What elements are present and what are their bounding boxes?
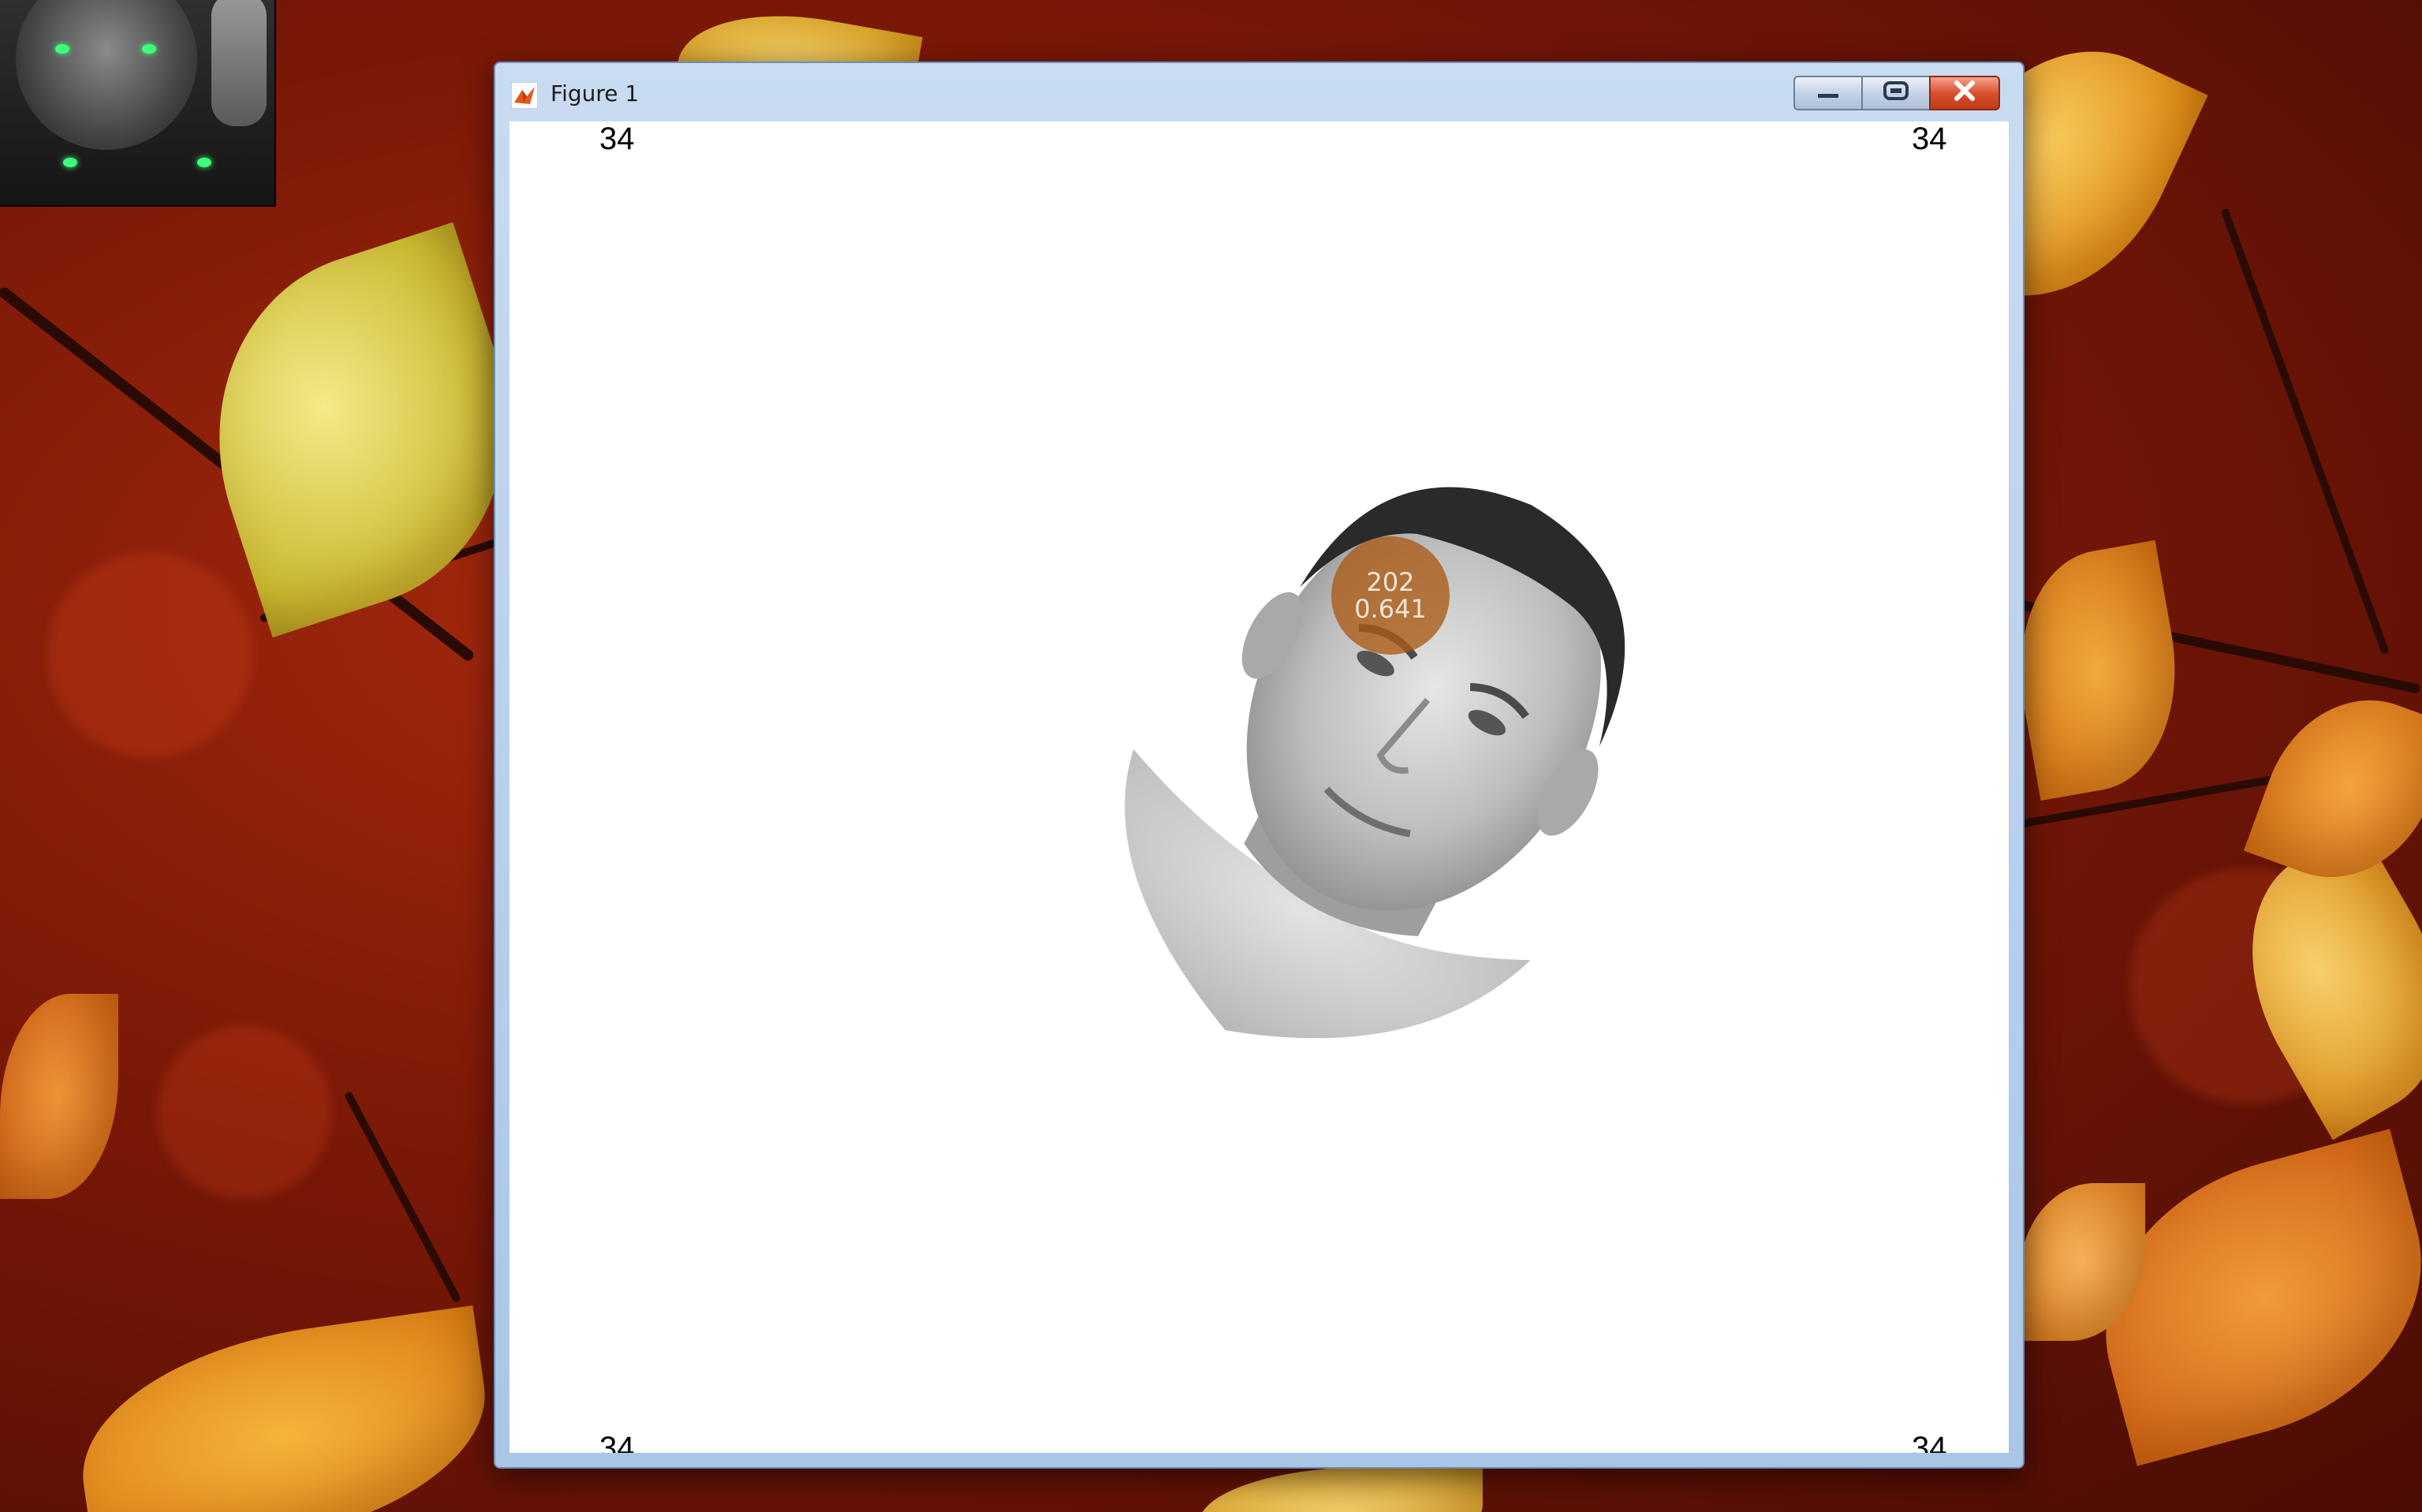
eye-marker-icon <box>142 44 156 54</box>
face-image <box>1125 487 1625 1039</box>
corner-label-bottom-left: 34 <box>599 1431 635 1453</box>
figure-window[interactable]: Figure 1 34 34 34 34 202 0.641 <box>494 62 2025 1469</box>
corner-label-top-left: 34 <box>599 121 635 156</box>
eye-marker-icon <box>55 44 69 54</box>
matlab-icon <box>510 81 539 110</box>
webcam-face <box>16 0 197 150</box>
window-title: Figure 1 <box>550 80 640 106</box>
minimize-icon <box>1816 81 1840 105</box>
webcam-hand <box>211 0 267 126</box>
eye-marker-icon <box>197 158 211 167</box>
gaze-score: 0.641 <box>1354 594 1427 624</box>
minimize-button[interactable] <box>1793 76 1863 110</box>
close-button[interactable] <box>1929 76 2000 110</box>
eye-marker-icon <box>63 158 77 167</box>
gaze-marker: 202 0.641 <box>1331 536 1450 655</box>
corner-label-bottom-right: 34 <box>1912 1431 1947 1453</box>
figure-canvas[interactable]: 34 34 34 34 202 0.641 <box>509 121 2009 1453</box>
corner-label-top-right: 34 <box>1912 121 1947 156</box>
gaze-value: 202 <box>1366 567 1415 597</box>
maximize-button[interactable] <box>1861 76 1931 110</box>
webcam-preview <box>0 0 276 207</box>
maximize-icon <box>1883 80 1909 106</box>
close-icon <box>1954 80 1976 107</box>
title-bar[interactable]: Figure 1 <box>495 63 2023 120</box>
